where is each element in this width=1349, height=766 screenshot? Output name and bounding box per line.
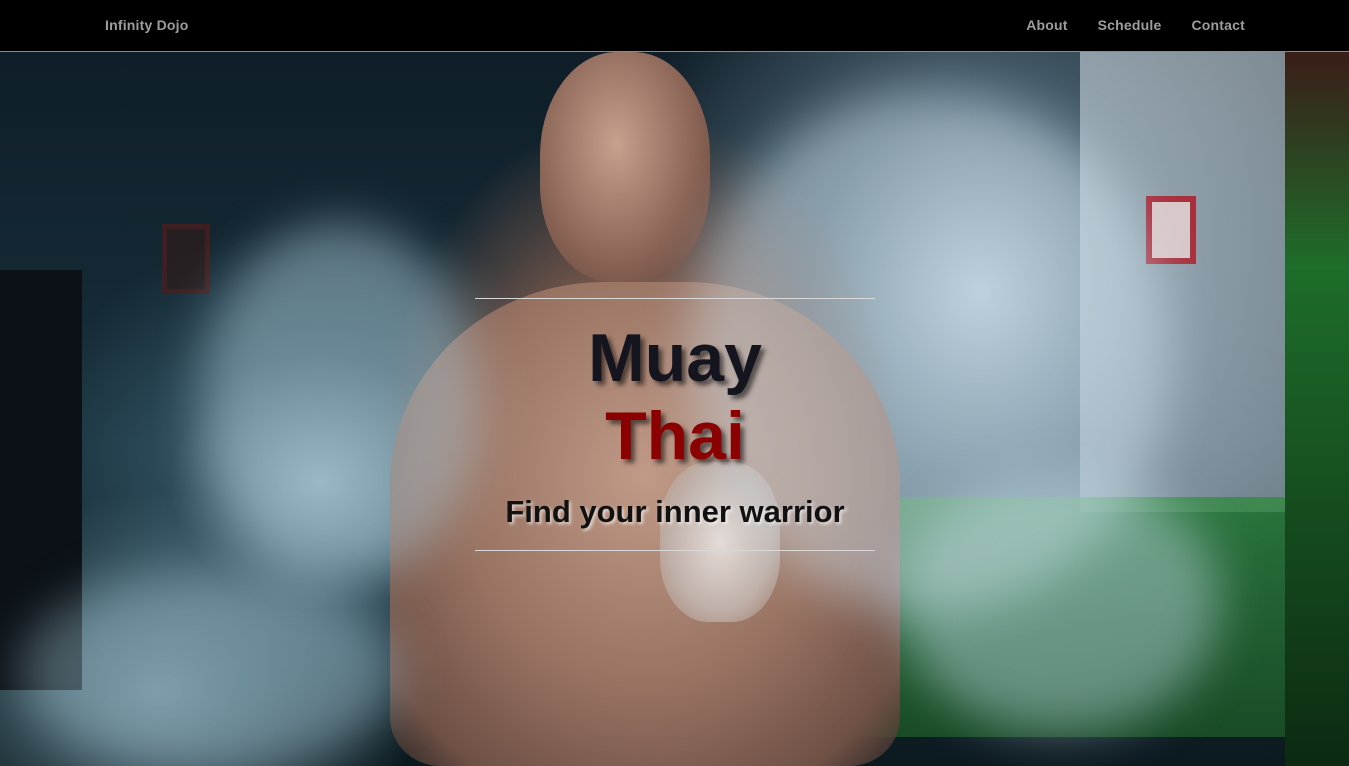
hero-title-line-2: Thai — [605, 398, 745, 474]
divider-bottom — [475, 550, 875, 551]
top-navbar: Infinity Dojo About Schedule Contact — [0, 0, 1349, 52]
nav-link-about[interactable]: About — [1026, 17, 1067, 33]
nav-link-schedule[interactable]: Schedule — [1098, 17, 1162, 33]
hero-title-line-1: Muay — [588, 320, 762, 396]
hero-heading-block: Muay Thai Find your inner warrior — [475, 298, 875, 552]
brand-link[interactable]: Infinity Dojo — [105, 17, 188, 33]
chalk-smoke-cloud — [20, 572, 400, 766]
divider-top — [475, 298, 875, 299]
chalk-smoke-cloud — [900, 472, 1220, 732]
hero-subtitle: Find your inner warrior — [505, 494, 845, 529]
background-gym-equipment — [1285, 52, 1349, 766]
chalk-smoke-cloud — [200, 222, 480, 582]
nav-link-contact[interactable]: Contact — [1191, 17, 1245, 33]
nav-links: About Schedule Contact — [1026, 17, 1245, 33]
fighter-head-image — [540, 52, 710, 282]
background-wall-frame — [162, 224, 210, 294]
background-wall-sign — [1146, 196, 1196, 264]
